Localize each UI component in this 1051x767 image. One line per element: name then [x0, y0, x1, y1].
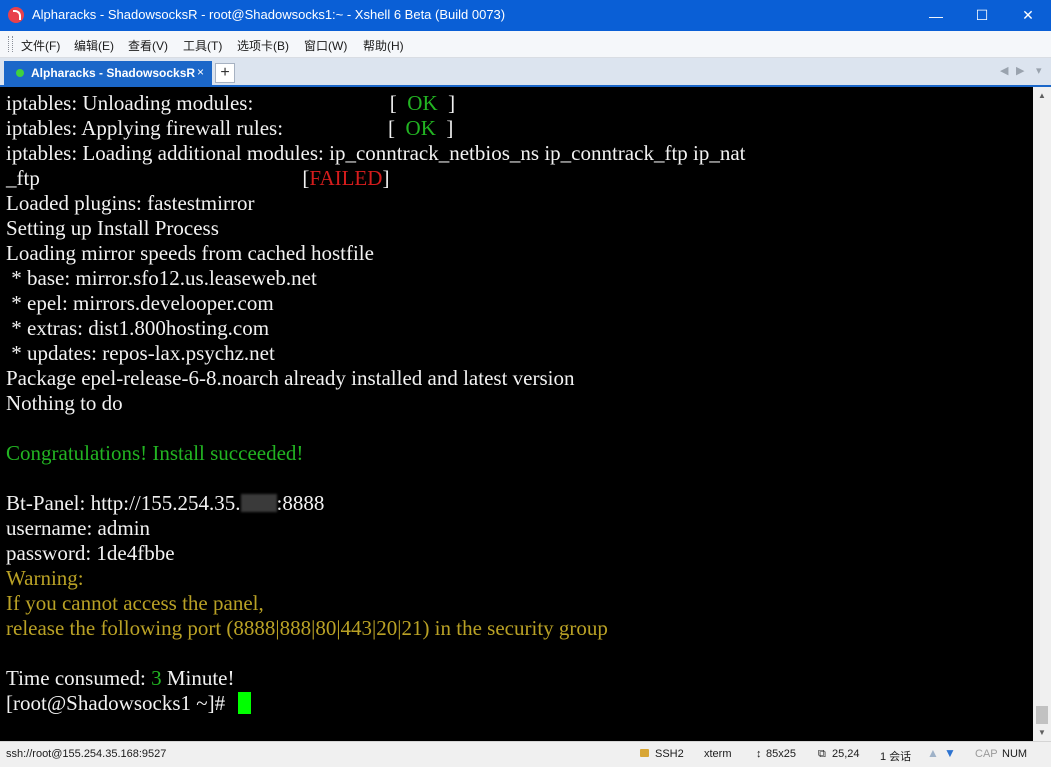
minimize-button[interactable]: — — [913, 0, 959, 31]
separator-line: ========================================… — [6, 467, 799, 490]
cursor-position-icon: ⧉ — [818, 748, 826, 760]
toolbar-grip[interactable] — [8, 36, 13, 52]
password-line: password: 1de4fbbe — [6, 541, 175, 565]
tab-bar: Alpharacks - ShadowsocksR × + ◀ ▶ ▾ — [0, 58, 1051, 87]
terminal-line: * epel: mirrors.develooper.com — [6, 291, 274, 315]
terminal-line: Nothing to do — [6, 391, 123, 415]
terminal-line: Package epel-release-6-8.noarch already … — [6, 366, 575, 390]
warning-heading: Warning: — [6, 566, 84, 590]
success-message: Congratulations! Install succeeded! — [6, 441, 304, 465]
cursor-position-status: 25,24 — [832, 748, 860, 760]
menu-window[interactable]: 窗口(W) — [304, 37, 347, 54]
resize-icon: ↕ — [756, 748, 762, 760]
terminal-line: Loaded plugins: fastestmirror — [6, 191, 255, 215]
scrollbar-thumb[interactable] — [1036, 706, 1048, 724]
menu-edit[interactable]: 编辑(E) — [74, 37, 114, 54]
failed-status: FAILED — [309, 166, 383, 190]
new-tab-button[interactable]: + — [215, 63, 235, 83]
menu-tools[interactable]: 工具(T) — [183, 37, 222, 54]
status-bar: ssh://root@155.254.35.168:9527 SSH2 xter… — [0, 741, 1051, 767]
terminal-line: iptables: Loading additional modules: ip… — [6, 141, 746, 165]
terminal-line: Setting up Install Process — [6, 216, 219, 240]
terminal-cursor — [238, 692, 252, 714]
warning-line: If you cannot access the panel, — [6, 591, 264, 615]
terminal-line: * base: mirror.sfo12.us.leaseweb.net — [6, 266, 317, 290]
username-line: username: admin — [6, 516, 151, 540]
terminal-output[interactable]: iptables: Unloading modules: [ OK ] ipta… — [0, 87, 1033, 741]
tab-next-icon[interactable]: ▶ — [1016, 64, 1024, 77]
tab-list-icon[interactable]: ▾ — [1036, 64, 1042, 77]
menu-file[interactable]: 文件(F) — [21, 37, 60, 54]
panel-url-line: Bt-Panel: http://155.254.35.:8888 — [6, 491, 325, 515]
scroll-up-icon[interactable]: ▲ — [1033, 87, 1051, 104]
menu-bar: 文件(F) 编辑(E) 查看(V) 工具(T) 选项卡(B) 窗口(W) 帮助(… — [0, 31, 1051, 58]
menu-help[interactable]: 帮助(H) — [363, 37, 404, 54]
terminal-line: _ftp [FAILED] — [6, 166, 390, 190]
shell-prompt[interactable]: [root@Shadowsocks1 ~]# — [6, 691, 252, 716]
time-consumed-line: Time consumed: 3 Minute! — [6, 666, 235, 690]
protocol-status: SSH2 — [655, 748, 684, 760]
redacted-ip-segment — [240, 494, 277, 512]
ok-status: OK — [405, 116, 436, 140]
ok-status: OK — [407, 91, 438, 115]
terminal-line: Loading mirror speeds from cached hostfi… — [6, 241, 374, 265]
session-tab-label: Alpharacks - ShadowsocksR — [31, 66, 196, 80]
scroll-down-icon[interactable]: ▼ — [1033, 724, 1051, 741]
terminal-line: * updates: repos-lax.psychz.net — [6, 341, 275, 365]
window-title: Alpharacks - ShadowsocksR - root@Shadows… — [32, 7, 506, 22]
num-lock-indicator: NUM — [1002, 748, 1028, 760]
terminal-line: iptables: Applying firewall rules: [ OK … — [6, 116, 454, 140]
terminal-size-status: 85x25 — [766, 748, 796, 760]
title-bar: Alpharacks - ShadowsocksR - root@Shadows… — [0, 0, 1051, 31]
menu-view[interactable]: 查看(V) — [128, 37, 168, 54]
terminal-line: * extras: dist1.800hosting.com — [6, 316, 270, 340]
menu-tabs[interactable]: 选项卡(B) — [237, 37, 289, 54]
close-button[interactable]: ✕ — [1005, 0, 1051, 31]
tab-close-icon[interactable]: × — [197, 65, 204, 79]
separator-line: ========================================… — [6, 417, 799, 440]
terminal-type-status: xterm — [704, 748, 732, 760]
session-tab[interactable]: Alpharacks - ShadowsocksR × — [4, 61, 212, 85]
caps-lock-indicator: CAP — [975, 748, 998, 760]
upload-arrow-icon: ▲ — [927, 746, 939, 760]
connected-status-icon — [16, 69, 24, 77]
separator-line: ========================================… — [6, 642, 799, 665]
vertical-scrollbar[interactable]: ▲ ▼ — [1033, 87, 1051, 741]
download-arrow-icon: ▼ — [944, 746, 956, 760]
warning-line: release the following port (8888|888|80|… — [6, 616, 608, 640]
xshell-app-icon[interactable] — [8, 7, 24, 23]
terminal-line: iptables: Unloading modules: [ OK ] — [6, 91, 456, 115]
maximize-button[interactable]: ☐ — [959, 0, 1005, 31]
connection-status: ssh://root@155.254.35.168:9527 — [6, 748, 167, 760]
tab-prev-icon[interactable]: ◀ — [1000, 64, 1008, 77]
lock-icon — [640, 749, 649, 757]
session-count-status: 1 会话 — [880, 751, 912, 763]
